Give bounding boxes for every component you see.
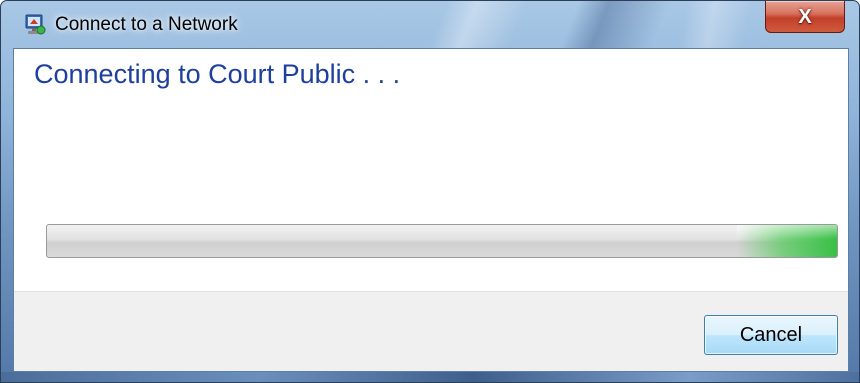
network-connect-icon bbox=[25, 14, 46, 35]
connection-progress-bar bbox=[46, 224, 838, 258]
window-title: Connect to a Network bbox=[55, 14, 238, 35]
window-bottom-border bbox=[1, 372, 859, 382]
progress-indicator-glow bbox=[737, 225, 837, 257]
dialog-window: Connect to a Network X Connecting to Cou… bbox=[0, 0, 860, 383]
cancel-button[interactable]: Cancel bbox=[704, 315, 838, 355]
dialog-content: Connecting to Court Public . . . Cancel bbox=[13, 48, 849, 372]
connecting-status-heading: Connecting to Court Public . . . bbox=[34, 59, 401, 89]
close-icon: X bbox=[798, 5, 812, 28]
close-button[interactable]: X bbox=[765, 1, 845, 33]
title-bar[interactable]: Connect to a Network bbox=[1, 1, 859, 41]
